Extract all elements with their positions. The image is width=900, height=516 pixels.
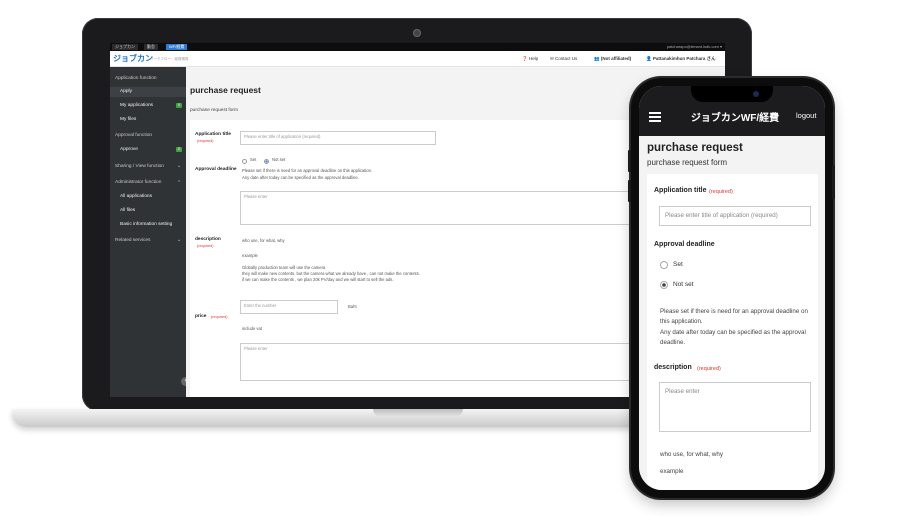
description-label: description xyxy=(195,237,221,242)
hamburger-menu-icon[interactable] xyxy=(649,112,661,122)
sidebar-item-all-applications[interactable]: All applications xyxy=(120,194,152,199)
required-marker: (required) xyxy=(197,244,214,248)
deadline-set-radio[interactable] xyxy=(660,261,668,269)
sidebar-item-my-files[interactable]: My files xyxy=(120,117,136,122)
deadline-note-1: Please set if there is need for an appro… xyxy=(660,308,808,315)
description-example: example xyxy=(660,468,684,475)
app-title-input[interactable]: Please enter title of application (requi… xyxy=(659,206,811,226)
user-menu[interactable]: 👤 Pattanakimhun Patchara さん xyxy=(646,56,716,62)
tab-jobcan[interactable]: ジョブカン xyxy=(112,44,138,50)
affiliation-link[interactable]: 👥 (Not affiliated) xyxy=(594,56,631,62)
help-link[interactable]: ❓ Help xyxy=(522,56,538,62)
laptop-topbar: ジョブカン 勤怠 WF/経費 patcharapo@tenant.lsdk.co… xyxy=(110,43,725,51)
logo[interactable]: ジョブカン xyxy=(113,53,153,64)
form-card: Application title (required) Please ente… xyxy=(647,174,818,490)
laptop-camera xyxy=(413,29,421,37)
help-icon: ❓ xyxy=(522,56,529,61)
deadline-label: Approval deadline xyxy=(195,167,237,172)
deadline-note-4: deadline. xyxy=(660,339,686,346)
group-icon: 👥 xyxy=(594,56,601,61)
chevron-down-icon: ⌄ xyxy=(177,237,182,243)
approve-badge: 0 xyxy=(176,147,182,152)
app-title-label: Application title xyxy=(195,132,231,137)
tab-attendance[interactable]: 勤怠 xyxy=(144,44,158,50)
phone-volume-button xyxy=(628,150,631,172)
logo-subtitle: ワークフロー・経費精算 xyxy=(150,57,189,61)
sidebar-item-related[interactable]: Related services xyxy=(115,238,150,243)
description-label: description xyxy=(654,364,692,371)
phone-volume-button xyxy=(628,180,631,202)
chevron-up-icon: ⌃ xyxy=(177,180,182,186)
description-hint: who use, for what, why xyxy=(242,238,285,243)
description-input[interactable]: Please enter xyxy=(659,382,811,432)
app-title: ジョブカンWF/経費 xyxy=(690,113,780,124)
deadline-note-2: this application. xyxy=(660,318,703,325)
phone-screen: ジョブカンWF/経費 logout purchase request purch… xyxy=(639,86,825,490)
page-title: purchase request xyxy=(190,85,261,95)
contact-link[interactable]: ✉ Contact Us xyxy=(550,56,577,62)
tab-wf-expense[interactable]: WF/経費 xyxy=(166,44,188,50)
sidebar-item-sharing[interactable]: Sharing / View function xyxy=(115,164,164,169)
required-marker: (required) xyxy=(709,189,733,195)
required-marker: (required) xyxy=(697,366,721,372)
example-line-3: if we can make the contents , we plan 20… xyxy=(242,277,394,282)
deadline-label: Approval deadline xyxy=(654,241,715,248)
logout-button[interactable]: logout xyxy=(796,111,816,120)
description-hint: who use, for what, why xyxy=(660,451,723,458)
deadline-not-set-label: Not set xyxy=(673,281,694,288)
sidebar-heading-application: Application function xyxy=(115,76,157,81)
price-label: price xyxy=(195,314,207,319)
my-applications-badge: 0 xyxy=(176,103,182,108)
page-subtitle: purchase request form xyxy=(647,158,728,167)
user-email[interactable]: patcharapo@tenant.lsdk.com ▾ xyxy=(667,44,722,50)
phone-camera xyxy=(753,91,759,97)
deadline-note-1: Please set if there is need for an appro… xyxy=(242,168,373,173)
phone-power-button xyxy=(832,165,835,199)
deadline-note-3: Any date after today can be specified as… xyxy=(660,329,806,336)
sidebar-heading-approval: Approval function xyxy=(115,133,153,138)
sidebar-item-approve[interactable]: Approve xyxy=(120,147,138,152)
deadline-set-radio[interactable] xyxy=(242,159,247,164)
deadline-not-set-label: Not set xyxy=(272,157,286,162)
sidebar-item-basic-info[interactable]: Basic information setting xyxy=(120,222,172,227)
deadline-set-label: Set xyxy=(673,261,683,268)
price-unit: Baht xyxy=(348,304,357,309)
laptop-hinge-notch xyxy=(373,409,463,416)
deadline-set-label: Set xyxy=(250,157,257,162)
required-marker: (required) xyxy=(197,139,214,143)
page-title: purchase request xyxy=(647,142,743,154)
sidebar: Application function Apply My applicatio… xyxy=(110,67,186,397)
price-input[interactable]: Enter the number xyxy=(240,300,338,314)
deadline-not-set-radio[interactable] xyxy=(660,281,668,289)
sidebar-item-all-files[interactable]: All files xyxy=(120,208,135,213)
app-title-label: Application title xyxy=(654,187,707,194)
deadline-not-set-radio[interactable] xyxy=(264,159,269,164)
deadline-note-2: Any date after today can be specified as… xyxy=(242,175,359,180)
required-marker: (required) xyxy=(211,315,228,319)
phone-notch xyxy=(691,86,773,102)
laptop-header: ジョブカン ワークフロー・経費精算 ❓ Help ✉ Contact Us 👥 … xyxy=(110,51,725,67)
page-subtitle: purchase request form xyxy=(190,108,238,113)
chevron-down-icon: ⌄ xyxy=(177,163,182,169)
description-example: example xyxy=(242,253,258,258)
device-mockup: ジョブカン 勤怠 WF/経費 patcharapo@tenant.lsdk.co… xyxy=(0,0,900,516)
sidebar-item-apply[interactable]: Apply xyxy=(110,87,186,97)
app-title-input[interactable]: Please enter title of application (requi… xyxy=(240,131,436,145)
include-vat-text: include vat xyxy=(242,326,263,331)
user-icon: 👤 xyxy=(646,56,653,61)
sidebar-item-my-applications[interactable]: My applications xyxy=(120,103,153,108)
sidebar-item-admin[interactable]: Administrator function xyxy=(115,180,161,185)
